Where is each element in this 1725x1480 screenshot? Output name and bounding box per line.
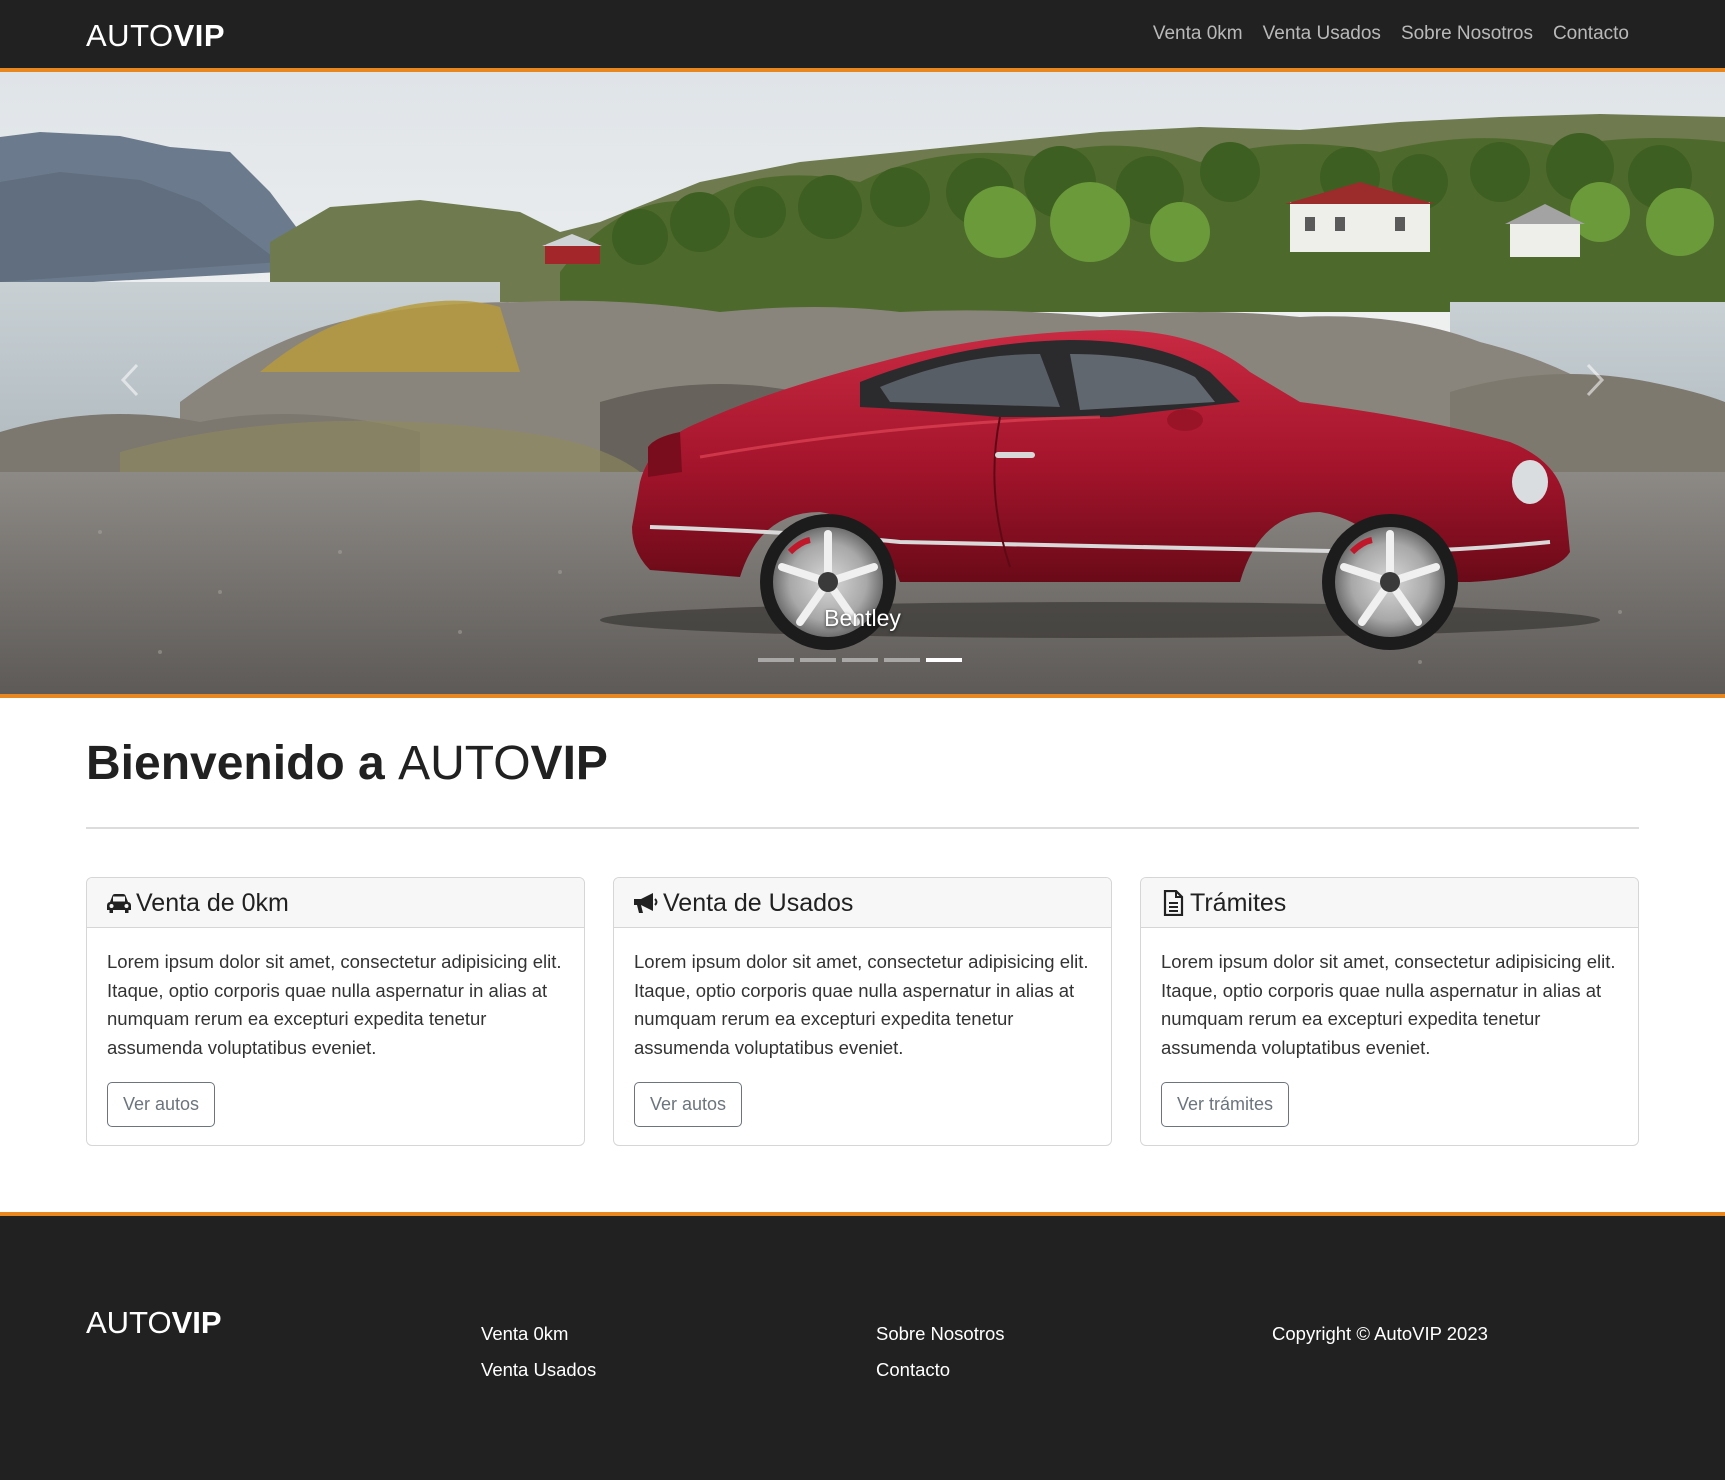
hero-image [0,72,1725,694]
footer-link-sobre-nosotros[interactable]: Sobre Nosotros [876,1316,1005,1352]
carousel-indicator[interactable] [800,658,836,662]
carousel-next-button[interactable] [1580,360,1610,400]
footer-brand-light: AUTO [86,1305,172,1340]
carousel-indicator-active[interactable] [926,658,962,662]
copyright-text: Copyright © AutoVIP 2023 [1272,1323,1488,1344]
footer: AUTOVIP Venta 0km Venta Usados Sobre Nos… [0,1216,1725,1480]
carousel-caption: Bentley [824,605,901,631]
hero-carousel [0,72,1725,694]
title-prefix: Bienvenido a [86,737,399,790]
footer-link-contacto[interactable]: Contacto [876,1352,1005,1388]
carousel-indicator[interactable] [884,658,920,662]
chevron-right-icon [1586,363,1605,397]
footer-link-venta-0km[interactable]: Venta 0km [481,1316,596,1352]
nav-menu: Venta 0km Venta Usados Sobre Nosotros Co… [1153,22,1629,46]
card-body: Lorem ipsum dolor sit amet, consectetur … [614,928,1111,1127]
card-header: Venta de Usados [614,878,1111,928]
carousel-indicator[interactable] [758,658,794,662]
card-header: Venta de 0km [87,878,584,928]
footer-link-venta-usados[interactable]: Venta Usados [481,1352,596,1388]
hero-accent-line [0,694,1725,698]
card-tramites: Trámites Lorem ipsum dolor sit amet, con… [1140,877,1639,1146]
ver-tramites-button[interactable]: Ver trámites [1161,1082,1290,1127]
section-divider [86,827,1639,829]
page-title: Bienvenido a AUTOVIP [86,735,608,793]
nav-link-venta-0km[interactable]: Venta 0km [1153,22,1243,46]
card-header: Trámites [1141,878,1638,928]
card-body: Lorem ipsum dolor sit amet, consectetur … [1141,928,1638,1127]
navbar: AUTOVIP Venta 0km Venta Usados Sobre Nos… [0,0,1725,68]
footer-brand-logo[interactable]: AUTOVIP [86,1305,222,1341]
footer-links-col-1: Venta 0km Venta Usados [481,1316,596,1388]
card-title: Venta de 0km [136,888,289,917]
card-venta-usados: Venta de Usados Lorem ipsum dolor sit am… [613,877,1112,1146]
carousel-prev-button[interactable] [115,360,145,400]
megaphone-icon [633,890,659,916]
car-icon [106,890,132,916]
card-text: Lorem ipsum dolor sit amet, consectetur … [107,951,562,1058]
chevron-left-icon [120,363,139,397]
card-text: Lorem ipsum dolor sit amet, consectetur … [634,951,1089,1058]
nav-link-contacto[interactable]: Contacto [1553,22,1629,46]
card-title: Venta de Usados [663,888,854,917]
brand-logo[interactable]: AUTOVIP [86,18,225,54]
title-brand-light: AUTO [398,737,531,790]
brand-light: AUTO [86,18,174,53]
nav-link-sobre-nosotros[interactable]: Sobre Nosotros [1401,22,1533,46]
brand-bold: VIP [173,18,226,53]
card-body: Lorem ipsum dolor sit amet, consectetur … [87,928,584,1127]
card-title: Trámites [1190,888,1287,917]
footer-links-col-2: Sobre Nosotros Contacto [876,1316,1005,1388]
document-icon [1160,889,1186,916]
footer-brand-bold: VIP [171,1305,222,1340]
footer-copyright-col: Copyright © AutoVIP 2023 [1272,1316,1488,1352]
carousel-indicator[interactable] [842,658,878,662]
card-text: Lorem ipsum dolor sit amet, consectetur … [1161,951,1616,1058]
card-venta-0km: Venta de 0km Lorem ipsum dolor sit amet,… [86,877,585,1146]
carousel-indicators [758,658,962,662]
ver-autos-0km-button[interactable]: Ver autos [107,1082,216,1127]
nav-link-venta-usados[interactable]: Venta Usados [1263,22,1381,46]
title-brand-bold: VIP [530,737,608,790]
ver-autos-usados-button[interactable]: Ver autos [634,1082,743,1127]
